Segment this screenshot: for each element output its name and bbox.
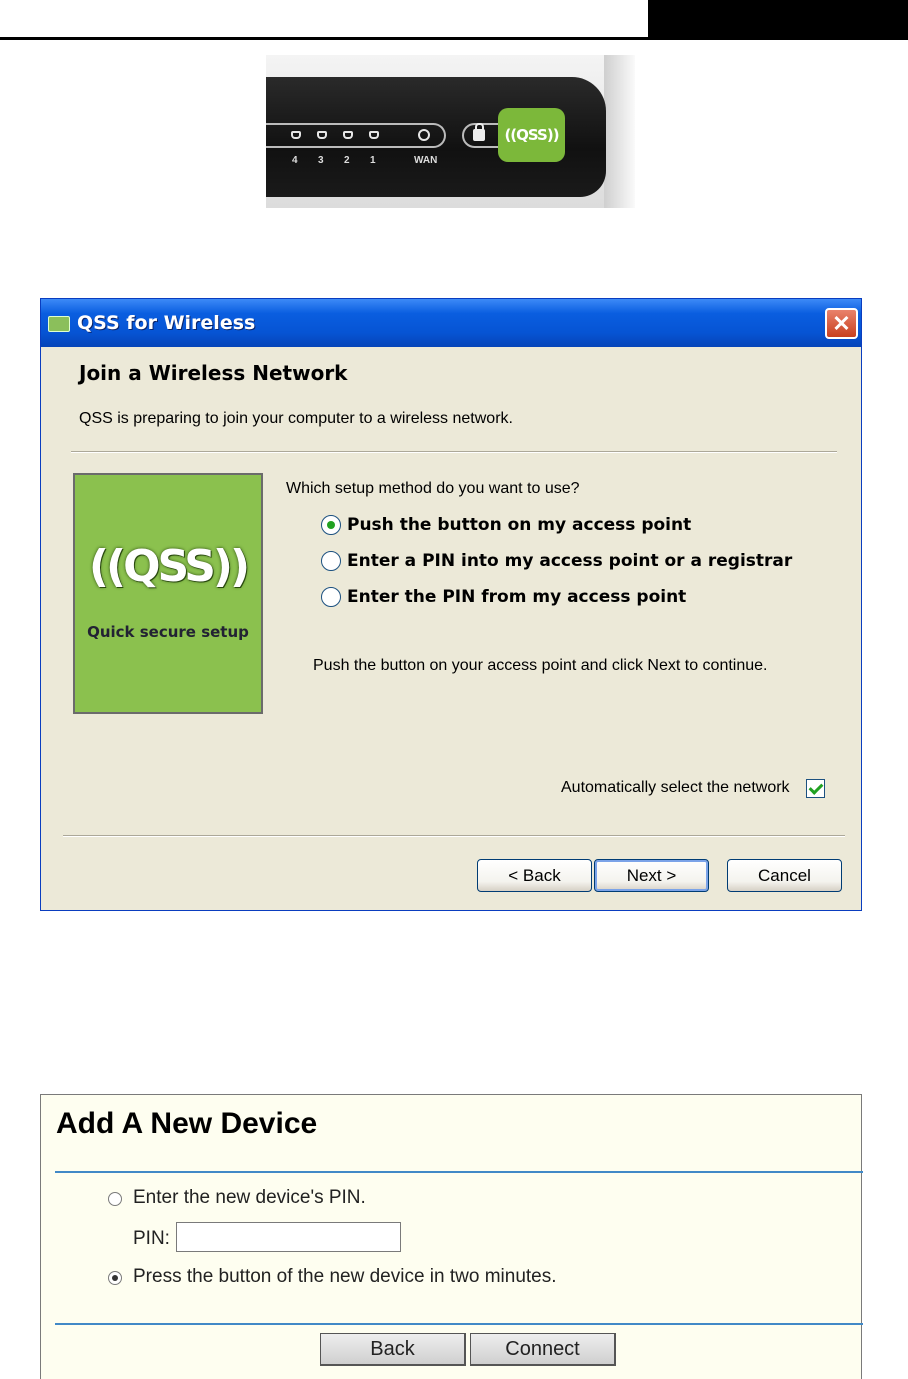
- radio-enter-pin-from-ap[interactable]: [321, 587, 341, 607]
- back-button[interactable]: < Back: [477, 859, 592, 892]
- auto-select-checkbox[interactable]: [806, 779, 825, 798]
- dialog-title: QSS for Wireless: [77, 312, 256, 334]
- setup-question: Which setup method do you want to use?: [286, 480, 580, 497]
- option-push-button[interactable]: Push the button on my access point: [321, 515, 691, 535]
- panel-title: Add A New Device: [56, 1107, 318, 1140]
- instruction-text: Push the button on your access point and…: [313, 657, 768, 674]
- router-image: 4 3 2 1 WAN ((QSS)): [266, 55, 635, 208]
- option-enter-pin-from-ap-label: Enter the PIN from my access point: [347, 587, 687, 607]
- dialog-heading: Join a Wireless Network: [79, 361, 348, 385]
- divider-line: [55, 1171, 863, 1173]
- auto-select-label: Automatically select the network: [561, 779, 790, 796]
- option-press-button-label: Press the button of the new device in tw…: [133, 1266, 557, 1287]
- lock-icon: [473, 123, 485, 141]
- router-qss-button[interactable]: ((QSS)): [498, 108, 565, 162]
- pin-input[interactable]: [176, 1222, 401, 1252]
- lan-port-1-led-icon: [369, 131, 379, 139]
- connect-button[interactable]: Connect: [470, 1333, 616, 1366]
- lan-port-3-led-icon: [317, 131, 327, 139]
- close-button[interactable]: ✕: [825, 308, 858, 339]
- separator: [63, 835, 845, 837]
- header-rule: [0, 37, 908, 40]
- lan-port-2-led-icon: [343, 131, 353, 139]
- wan-led-icon: [418, 129, 430, 141]
- qss-logo-caption: Quick secure setup: [87, 623, 249, 641]
- option-enter-pin-from-ap[interactable]: Enter the PIN from my access point: [321, 587, 686, 607]
- next-button[interactable]: Next >: [594, 859, 709, 892]
- wan-label: WAN: [414, 155, 438, 166]
- option-enter-pin-into-ap[interactable]: Enter a PIN into my access point or a re…: [321, 551, 792, 571]
- port-label-1: 1: [370, 155, 376, 166]
- radio-press-button[interactable]: [108, 1271, 122, 1285]
- add-device-panel: Add A New Device Enter the new device's …: [40, 1094, 863, 1379]
- dialog-subtitle: QSS is preparing to join your computer t…: [79, 410, 513, 427]
- pin-label: PIN:: [133, 1228, 170, 1249]
- panel-back-button[interactable]: Back: [320, 1333, 466, 1366]
- option-enter-pin-into-ap-label: Enter a PIN into my access point or a re…: [347, 551, 793, 571]
- radio-enter-pin-into-ap[interactable]: [321, 551, 341, 571]
- separator: [71, 451, 837, 453]
- radio-push-button[interactable]: [321, 515, 341, 535]
- lan-port-4-led-icon: [291, 131, 301, 139]
- port-label-4: 4: [292, 155, 298, 166]
- option-push-button-label: Push the button on my access point: [347, 515, 692, 535]
- qss-logo: ((QSS)) Quick secure setup: [73, 473, 263, 714]
- port-label-3: 3: [318, 155, 324, 166]
- router-side: [604, 55, 635, 208]
- divider-line: [55, 1323, 863, 1325]
- qss-logo-text: ((QSS)): [88, 541, 250, 592]
- header-block: [648, 0, 908, 37]
- dialog-titlebar: QSS for Wireless ✕: [41, 299, 861, 347]
- option-enter-pin-label: Enter the new device's PIN.: [133, 1187, 366, 1208]
- port-label-2: 2: [344, 155, 350, 166]
- cancel-button[interactable]: Cancel: [727, 859, 842, 892]
- app-icon: [48, 316, 70, 332]
- radio-enter-pin[interactable]: [108, 1192, 122, 1206]
- qss-dialog: QSS for Wireless ✕ Join a Wireless Netwo…: [40, 298, 862, 911]
